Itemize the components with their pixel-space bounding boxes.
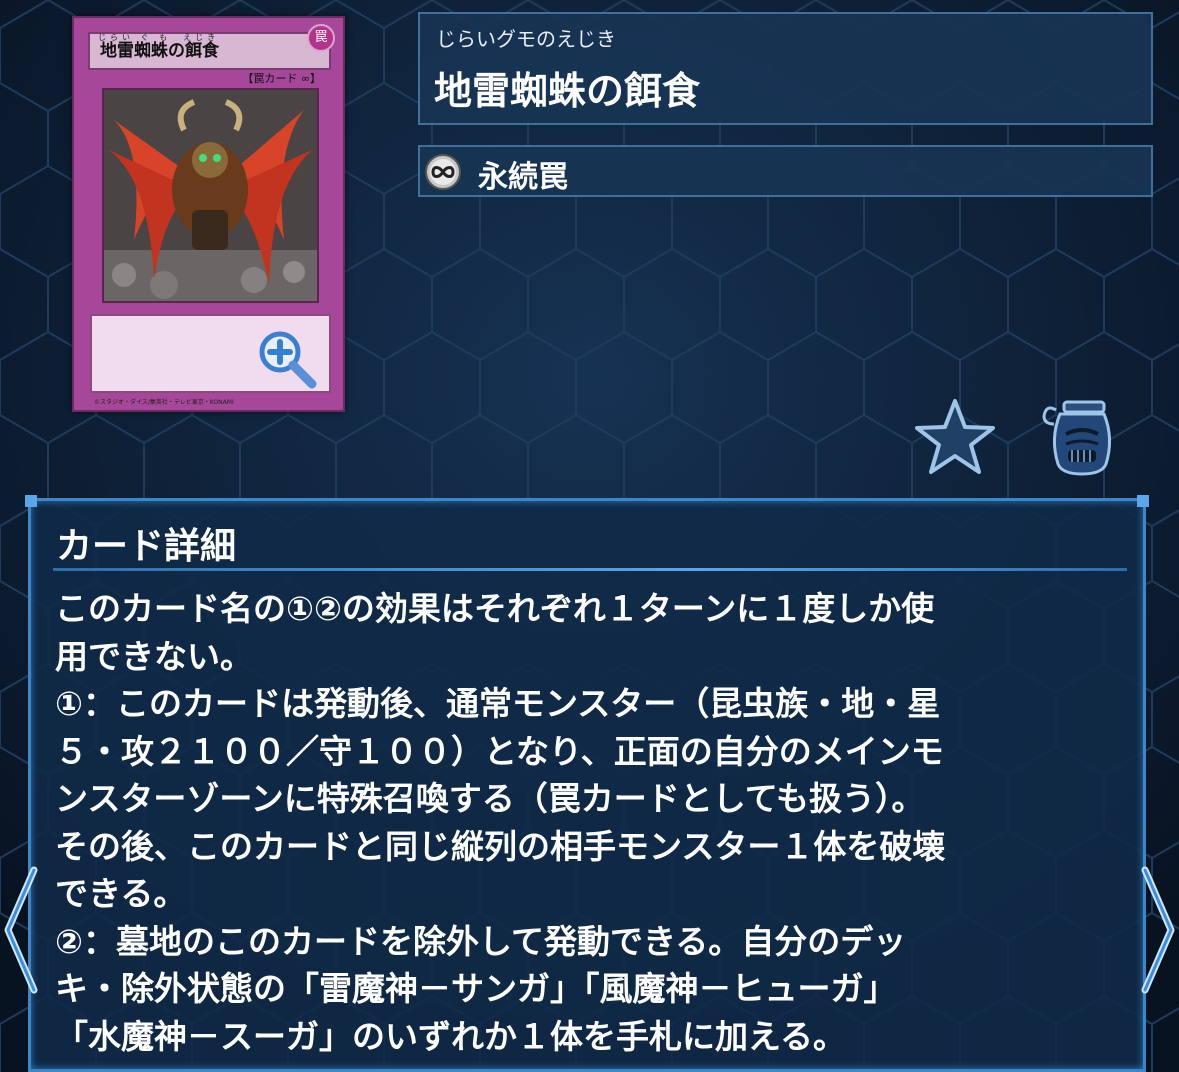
magnify-icon[interactable] (256, 328, 320, 392)
panel-corner (1137, 495, 1149, 507)
card-detail-panel: カード詳細 このカード名の①②の効果はそれぞれ１ターンに１度しか使 用できない。… (25, 495, 1149, 1072)
detail-divider (53, 568, 1127, 571)
pot-of-greed-icon[interactable] (1038, 398, 1122, 478)
previous-card-chevron-icon[interactable] (0, 862, 44, 998)
card-name-title: 地雷蜘蛛の餌食 (434, 69, 701, 113)
card-effect-text: このカード名の①②の効果はそれぞれ１ターンに１度しか使 用できない。 ①：このカ… (55, 589, 946, 1056)
star-icon[interactable] (914, 398, 996, 476)
card-artwork (102, 88, 319, 303)
panel-corner (25, 495, 37, 507)
detail-title: カード詳細 (56, 526, 237, 567)
next-card-chevron-icon[interactable] (1136, 862, 1179, 998)
card-name-reading: じらいグモのえじき (436, 27, 616, 51)
card-name-panel: じらいグモのえじき 地雷蜘蛛の餌食 (418, 12, 1153, 125)
card-attribute: 罠 (307, 24, 335, 52)
card-type-panel: 永続罠 (418, 145, 1153, 197)
card-name-ruby: じらい ぐ も えじき (98, 33, 220, 42)
infinity-icon (425, 154, 461, 190)
card-copyright: ©スタジオ・ダイス/集英社・テレビ東京・KONAMI (94, 399, 234, 406)
card-type-label: 永続罠 (478, 160, 568, 195)
card-type-line: 【罠カード ∞】 (242, 72, 321, 85)
